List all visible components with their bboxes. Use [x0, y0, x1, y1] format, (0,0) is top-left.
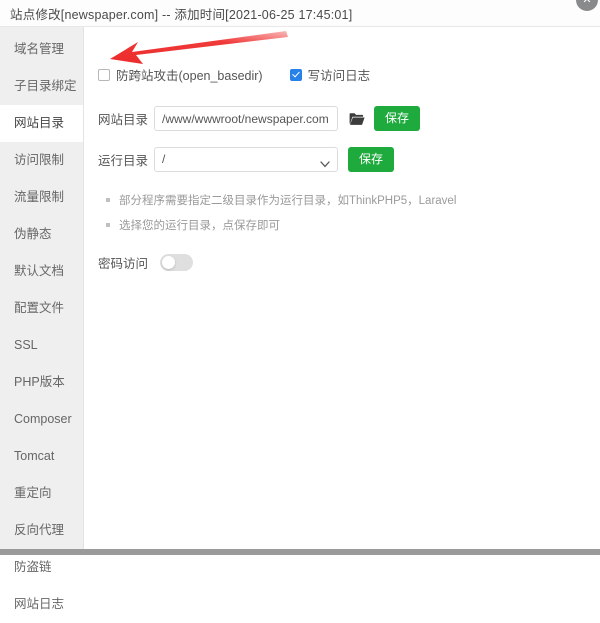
- password-access-row: 密码访问: [98, 253, 600, 272]
- run-dir-save-button[interactable]: 保存: [348, 147, 395, 172]
- dialog-body: 域名管理 子目录绑定 网站目录 访问限制 流量限制 伪静态 默认文档 配置文件 …: [0, 27, 600, 611]
- sidebar: 域名管理 子目录绑定 网站目录 访问限制 流量限制 伪静态 默认文档 配置文件 …: [0, 27, 84, 611]
- sidebar-item-domain[interactable]: 域名管理: [0, 31, 83, 68]
- bullet-icon: [106, 198, 110, 202]
- sidebar-item-site-log[interactable]: 网站日志: [0, 586, 83, 623]
- open-basedir-label: 防跨站攻击(open_basedir): [116, 69, 263, 83]
- window-bottom-bar: [0, 549, 600, 555]
- main-panel: 防跨站攻击(open_basedir) 写访问日志 网站目录 保存: [84, 27, 600, 549]
- run-dir-row: 运行目录 / 保存: [98, 147, 600, 172]
- options-row: 防跨站攻击(open_basedir) 写访问日志: [98, 65, 600, 84]
- close-icon[interactable]: ✕: [576, 0, 598, 11]
- bullet-icon: [106, 223, 110, 227]
- sidebar-item-default-doc[interactable]: 默认文档: [0, 253, 83, 290]
- sidebar-item-proxy[interactable]: 反向代理: [0, 512, 83, 549]
- sidebar-item-composer[interactable]: Composer: [0, 401, 83, 438]
- site-dir-label: 网站目录: [98, 113, 149, 127]
- hint-item: 选择您的运行目录，点保存即可: [106, 217, 600, 233]
- hint-text: 部分程序需要指定二级目录作为运行目录，如ThinkPHP5，Laravel: [119, 195, 457, 207]
- sidebar-item-subdir-bind[interactable]: 子目录绑定: [0, 68, 83, 105]
- sidebar-item-ssl[interactable]: SSL: [0, 327, 83, 364]
- sidebar-item-rewrite[interactable]: 伪静态: [0, 216, 83, 253]
- site-dir-input[interactable]: [154, 106, 338, 131]
- sidebar-item-config-file[interactable]: 配置文件: [0, 290, 83, 327]
- access-log-label: 写访问日志: [307, 69, 371, 83]
- hint-item: 部分程序需要指定二级目录作为运行目录，如ThinkPHP5，Laravel: [106, 192, 600, 208]
- site-edit-dialog: 站点修改[newspaper.com] -- 添加时间[2021-06-25 1…: [0, 0, 600, 611]
- open-basedir-checkbox[interactable]: [98, 68, 110, 81]
- dialog-titlebar: 站点修改[newspaper.com] -- 添加时间[2021-06-25 1…: [0, 0, 600, 27]
- access-log-checkbox[interactable]: [289, 68, 302, 81]
- site-dir-save-button[interactable]: 保存: [374, 106, 421, 131]
- sidebar-item-tomcat[interactable]: Tomcat: [0, 438, 83, 475]
- sidebar-item-php-version[interactable]: PHP版本: [0, 364, 83, 401]
- hint-text: 选择您的运行目录，点保存即可: [119, 220, 280, 232]
- sidebar-item-traffic[interactable]: 流量限制: [0, 179, 83, 216]
- hint-list: 部分程序需要指定二级目录作为运行目录，如ThinkPHP5，Laravel 选择…: [106, 192, 600, 233]
- folder-open-icon[interactable]: [348, 112, 366, 126]
- password-access-toggle[interactable]: [160, 254, 193, 271]
- dialog-title: 站点修改[newspaper.com] -- 添加时间[2021-06-25 1…: [10, 7, 353, 22]
- run-dir-label: 运行目录: [98, 154, 149, 168]
- sidebar-item-site-dir[interactable]: 网站目录: [0, 105, 83, 142]
- sidebar-item-access-limit[interactable]: 访问限制: [0, 142, 83, 179]
- toggle-knob: [162, 256, 175, 269]
- password-access-label: 密码访问: [98, 257, 149, 271]
- run-dir-select-wrap: /: [154, 147, 338, 172]
- run-dir-select[interactable]: /: [154, 147, 338, 172]
- site-dir-row: 网站目录 保存: [98, 106, 600, 131]
- sidebar-item-redirect[interactable]: 重定向: [0, 475, 83, 512]
